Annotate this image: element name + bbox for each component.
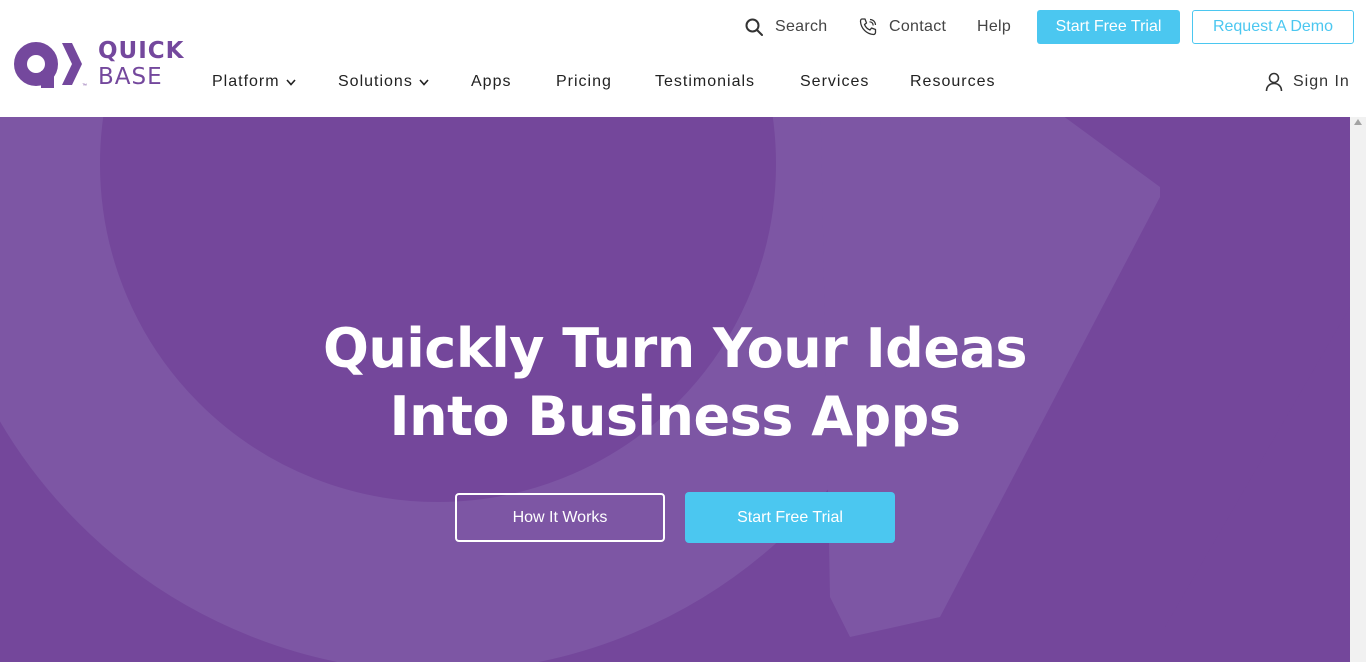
sign-in-label: Sign In	[1293, 73, 1350, 90]
nav-item-label: Services	[800, 73, 870, 90]
nav-item-label: Resources	[910, 73, 996, 90]
request-demo-button[interactable]: Request A Demo	[1192, 10, 1354, 44]
hero-start-free-trial-button[interactable]: Start Free Trial	[685, 492, 895, 543]
hero-headline-line-1: Quickly Turn Your Ideas	[322, 317, 1028, 380]
nav-item-label: Apps	[471, 73, 512, 90]
user-icon	[1265, 72, 1283, 92]
sign-in-link[interactable]: Sign In	[1265, 68, 1350, 96]
logo-word-quick: QUICK	[98, 38, 185, 64]
how-it-works-button[interactable]: How It Works	[455, 493, 665, 542]
site-header: QUICK BASE ™ Search Contact Help Start F…	[0, 0, 1366, 117]
chevron-down-icon	[419, 78, 429, 86]
nav-item-solutions[interactable]: Solutions	[338, 73, 429, 91]
logo-trademark: ™	[82, 83, 87, 89]
scroll-up-arrow-icon[interactable]	[1350, 117, 1366, 127]
hero-headline-line-2: Into Business Apps	[389, 385, 961, 448]
nav-item-label: Solutions	[338, 73, 413, 90]
search-icon	[744, 17, 764, 37]
scrollbar-thumb[interactable]	[1352, 127, 1364, 662]
chevron-down-icon	[285, 78, 296, 86]
nav-item-label: Testimonials	[655, 73, 756, 90]
nav-item-pricing[interactable]: Pricing	[556, 73, 612, 91]
page-scrollbar[interactable]	[1350, 117, 1366, 662]
nav-item-platform[interactable]: Platform	[212, 73, 296, 91]
contact-link[interactable]: Contact	[858, 10, 946, 44]
search-link[interactable]: Search	[744, 10, 828, 44]
phone-icon	[858, 17, 878, 37]
help-label: Help	[977, 18, 1012, 35]
hero-headline: Quickly Turn Your Ideas Into Business Ap…	[0, 315, 1350, 451]
help-link[interactable]: Help	[977, 10, 1011, 44]
nav-item-label: Pricing	[556, 73, 612, 90]
hero-section: Quickly Turn Your Ideas Into Business Ap…	[0, 117, 1350, 662]
quickbase-logo-mark	[14, 42, 82, 88]
nav-item-apps[interactable]: Apps	[471, 73, 511, 91]
search-label: Search	[775, 18, 828, 35]
logo-word-base: BASE	[98, 64, 163, 90]
nav-item-label: Platform	[212, 73, 280, 90]
nav-item-testimonials[interactable]: Testimonials	[655, 73, 755, 91]
nav-item-services[interactable]: Services	[800, 73, 869, 91]
quickbase-logo[interactable]: QUICK BASE ™	[14, 39, 194, 91]
contact-label: Contact	[889, 18, 947, 35]
nav-item-resources[interactable]: Resources	[910, 73, 995, 91]
header-start-free-trial-button[interactable]: Start Free Trial	[1037, 10, 1180, 44]
